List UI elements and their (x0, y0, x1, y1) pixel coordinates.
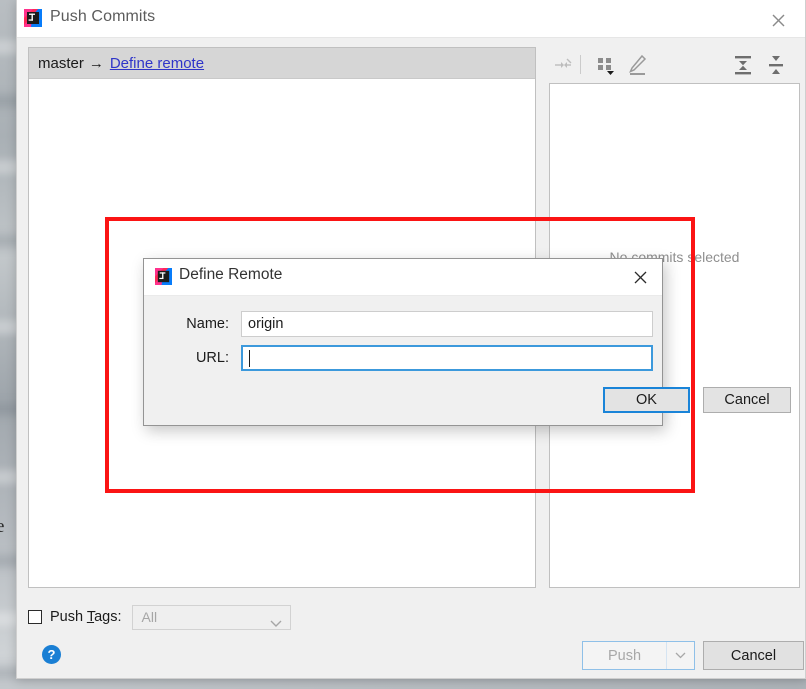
url-input[interactable] (241, 345, 653, 371)
intellij-idea-icon (155, 268, 172, 285)
push-tags-checkbox[interactable] (28, 610, 42, 624)
define-remote-link[interactable]: Define remote (110, 55, 204, 72)
name-input[interactable]: origin (241, 311, 653, 337)
help-button[interactable]: ? (42, 645, 61, 664)
cancel-button[interactable]: Cancel (703, 641, 804, 670)
push-tags-row: Push Tags: All (28, 603, 291, 631)
intellij-idea-icon (24, 9, 42, 27)
branch-row[interactable]: master → Define remote (29, 48, 535, 79)
group-by-icon[interactable] (592, 52, 618, 78)
arrow-right-icon: → (88, 54, 104, 72)
push-tags-dropdown-value: All (141, 608, 158, 625)
window-title: Push Commits (50, 8, 156, 25)
push-split-button[interactable]: Push (582, 641, 695, 670)
chevron-down-icon (270, 615, 282, 631)
push-button[interactable]: Push (583, 642, 667, 669)
branch-name: master (38, 54, 84, 72)
push-tags-label-accel: T (86, 609, 95, 625)
ok-button[interactable]: OK (603, 387, 690, 413)
dialog-titlebar: Define Remote (144, 259, 662, 296)
collapse-all-icon[interactable] (763, 52, 789, 78)
toolbar-separator (580, 55, 581, 74)
push-tags-dropdown[interactable]: All (131, 604, 291, 631)
dialog-cancel-button[interactable]: Cancel (703, 387, 791, 413)
collapse-selection-icon[interactable] (550, 52, 576, 78)
dialog-title: Define Remote (179, 266, 283, 283)
chevron-down-icon[interactable] (667, 642, 694, 669)
edit-icon[interactable] (624, 52, 650, 78)
close-icon[interactable] (624, 262, 656, 290)
name-label: Name: (186, 316, 229, 332)
name-field-row: Name: origin (144, 311, 653, 337)
close-icon[interactable] (759, 5, 797, 33)
desktop-partial-text: e (0, 516, 5, 537)
window-titlebar: Push Commits (17, 0, 805, 38)
push-tags-label: Push Tags: (50, 609, 122, 625)
url-field-row: URL: (144, 345, 653, 371)
push-tags-label-suffix: ags: (94, 609, 122, 625)
url-label: URL: (195, 350, 229, 366)
define-remote-dialog: Define Remote Name: origin URL: OK Cance… (143, 258, 791, 426)
detail-toolbar (546, 50, 806, 82)
expand-all-icon[interactable] (730, 52, 756, 78)
push-tags-label-prefix: Push (50, 609, 87, 625)
text-caret (249, 350, 250, 367)
